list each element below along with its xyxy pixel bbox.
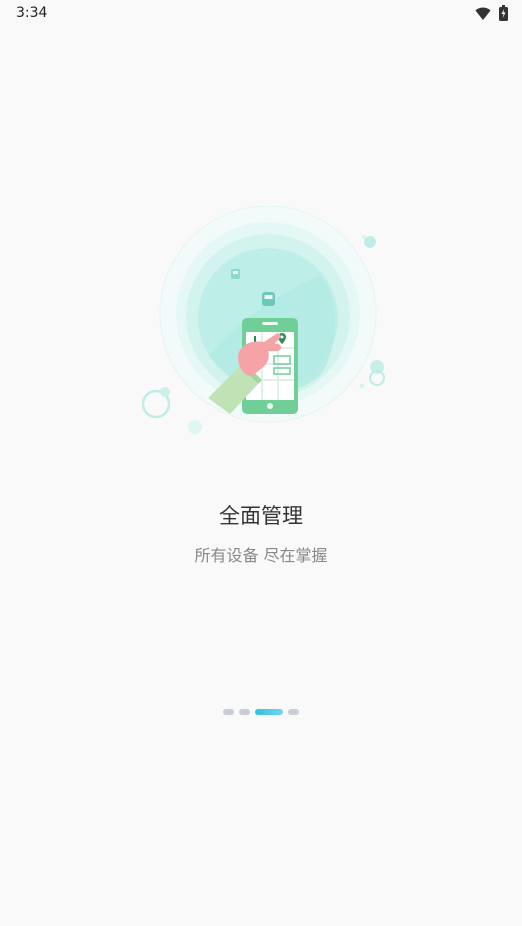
bus-icon [231,269,240,279]
status-icons [475,5,508,25]
page-indicator [0,709,522,715]
onboarding-subtitle: 所有设备 尽在掌握 [194,546,328,565]
status-bar: 3:34 [0,0,522,28]
page-indicator-dot[interactable] [239,709,250,715]
wifi-icon [475,6,491,25]
page-indicator-dot-active[interactable] [255,709,283,715]
page-indicator-dot[interactable] [288,709,299,715]
onboarding-title: 全面管理 [219,504,303,528]
battery-charging-icon [499,5,508,25]
bus-icon [262,292,275,306]
page-indicator-dot[interactable] [223,709,234,715]
onboarding-illustration [140,205,390,438]
status-time: 3:34 [16,5,48,21]
